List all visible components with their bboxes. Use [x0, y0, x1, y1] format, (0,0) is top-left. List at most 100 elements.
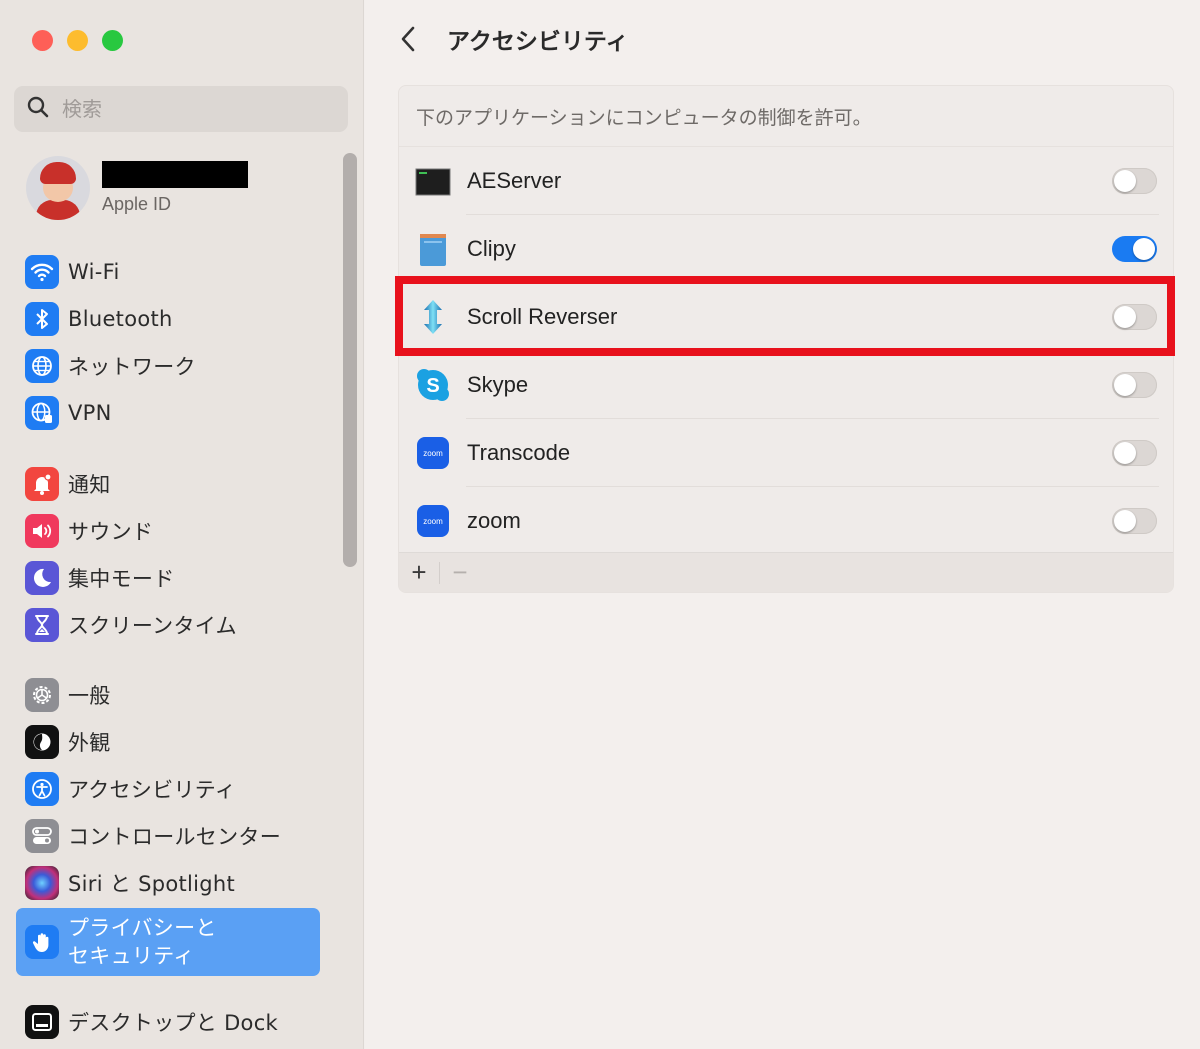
- app-row-scroll-reverser: Scroll Reverser: [399, 283, 1173, 351]
- sidebar-group-network: Wi-Fi Bluetooth ネットワーク VPN: [16, 248, 320, 436]
- account-name-redacted: [102, 161, 248, 188]
- sidebar-item-label: スクリーンタイム: [68, 613, 237, 638]
- search-icon: [26, 95, 50, 124]
- app-row-transcode: zoom Transcode: [399, 419, 1173, 487]
- app-row-zoom: zoom zoom: [399, 487, 1173, 555]
- siri-icon: [25, 865, 59, 900]
- sidebar-item-focus[interactable]: 集中モード: [16, 554, 320, 601]
- appearance-icon: [25, 724, 59, 759]
- permission-toggle[interactable]: [1112, 440, 1157, 466]
- sidebar-item-label: 通知: [68, 472, 111, 497]
- sidebar-item-vpn[interactable]: VPN: [16, 389, 320, 436]
- permission-toggle[interactable]: [1112, 372, 1157, 398]
- app-name: AEServer: [467, 168, 562, 193]
- sidebar-item-label: Bluetooth: [68, 306, 173, 331]
- sidebar-item-network[interactable]: ネットワーク: [16, 342, 320, 389]
- sidebar-item-siri-spotlight[interactable]: Siri と Spotlight: [16, 859, 320, 906]
- main-content: アクセシビリティ 下のアプリケーションにコンピュータの制御を許可。 AEServ…: [365, 0, 1200, 1049]
- dock-icon: [25, 1004, 59, 1039]
- sidebar-item-label: サウンド: [68, 519, 154, 544]
- app-name: Skype: [467, 372, 529, 397]
- svg-text:zoom: zoom: [423, 449, 443, 458]
- sidebar: Apple ID Wi-Fi Bluetooth ネットワーク VP: [0, 0, 364, 1049]
- svg-text:zoom: zoom: [423, 517, 443, 526]
- sidebar-item-label: コントロールセンター: [68, 824, 281, 849]
- sidebar-item-label: Siri と Spotlight: [68, 871, 236, 896]
- apple-id-label: Apple ID: [102, 194, 172, 214]
- app-permissions-panel: 下のアプリケーションにコンピュータの制御を許可。 AEServer Clipy …: [398, 85, 1174, 593]
- app-row-aeserver: AEServer: [399, 147, 1173, 215]
- sidebar-group-desktop: デスクトップと Dock: [16, 998, 320, 1045]
- sidebar-item-general[interactable]: 一般: [16, 671, 320, 718]
- sidebar-item-label: デスクトップと Dock: [68, 1010, 279, 1035]
- window-controls: [32, 30, 123, 51]
- sidebar-group-general: 一般 外観 アクセシビリティ コントロールセンター Siri と Spotlig…: [16, 671, 320, 906]
- sidebar-item-label: 集中モード: [68, 566, 175, 591]
- avatar: [26, 156, 90, 220]
- accessibility-icon: [25, 771, 59, 806]
- sidebar-item-sound[interactable]: サウンド: [16, 507, 320, 554]
- sidebar-item-wifi[interactable]: Wi-Fi: [16, 248, 320, 295]
- permission-toggle[interactable]: [1112, 168, 1157, 194]
- sidebar-item-label: 外観: [68, 730, 111, 755]
- zoom-app-icon: zoom: [415, 503, 451, 539]
- add-app-button[interactable]: +: [399, 553, 439, 593]
- hand-icon: [25, 925, 59, 959]
- sidebar-group-privacy: プライバシーと セキュリティ: [16, 908, 320, 976]
- sidebar-item-privacy-security[interactable]: プライバシーと セキュリティ: [16, 908, 320, 976]
- sidebar-item-appearance[interactable]: 外観: [16, 718, 320, 765]
- remove-app-button[interactable]: −: [440, 553, 480, 593]
- app-name: Clipy: [467, 236, 516, 261]
- permission-toggle[interactable]: [1112, 236, 1157, 262]
- sidebar-item-label: Wi-Fi: [68, 259, 120, 284]
- control-center-icon: [25, 818, 59, 853]
- sidebar-item-notifications[interactable]: 通知: [16, 460, 320, 507]
- speaker-icon: [25, 513, 59, 548]
- sidebar-item-screen-time[interactable]: スクリーンタイム: [16, 601, 320, 648]
- zoom-app-icon: zoom: [415, 435, 451, 471]
- search-field[interactable]: [14, 86, 348, 132]
- terminal-icon: [415, 163, 451, 199]
- permission-toggle[interactable]: [1112, 304, 1157, 330]
- minimize-window-button[interactable]: [67, 30, 88, 51]
- panel-footer: + −: [399, 552, 1173, 592]
- zoom-window-button[interactable]: [102, 30, 123, 51]
- sidebar-item-label: アクセシビリティ: [68, 777, 237, 802]
- app-row-skype: S Skype: [399, 351, 1173, 419]
- sidebar-item-control-center[interactable]: コントロールセンター: [16, 812, 320, 859]
- sidebar-item-bluetooth[interactable]: Bluetooth: [16, 295, 320, 342]
- search-input[interactable]: [62, 97, 322, 121]
- scroll-arrows-icon: [415, 299, 451, 335]
- back-button[interactable]: [395, 22, 421, 56]
- apple-id-account[interactable]: Apple ID: [26, 156, 248, 220]
- vpn-globe-icon: [25, 395, 59, 430]
- sidebar-item-desktop-dock[interactable]: デスクトップと Dock: [16, 998, 320, 1045]
- clipy-icon: [415, 231, 451, 267]
- moon-icon: [25, 560, 59, 595]
- sidebar-scrollbar[interactable]: [343, 153, 357, 567]
- app-name: Scroll Reverser: [467, 304, 618, 329]
- sidebar-item-accessibility[interactable]: アクセシビリティ: [16, 765, 320, 812]
- panel-description: 下のアプリケーションにコンピュータの制御を許可。: [399, 86, 1173, 147]
- wifi-icon: [25, 254, 59, 289]
- app-name: Transcode: [467, 440, 571, 465]
- page-title: アクセシビリティ: [447, 29, 629, 55]
- close-window-button[interactable]: [32, 30, 53, 51]
- sidebar-item-label: VPN: [68, 400, 112, 425]
- gear-icon: [25, 677, 59, 712]
- hourglass-icon: [25, 607, 59, 642]
- permission-toggle[interactable]: [1112, 508, 1157, 534]
- app-name: zoom: [467, 508, 521, 533]
- chevron-left-icon: [401, 26, 415, 52]
- sidebar-item-label: プライバシーと セキュリティ: [68, 916, 217, 968]
- svg-text:S: S: [426, 375, 439, 397]
- header: アクセシビリティ: [395, 22, 628, 56]
- app-row-clipy: Clipy: [399, 215, 1173, 283]
- sidebar-group-notifications: 通知 サウンド 集中モード スクリーンタイム: [16, 460, 320, 648]
- bluetooth-icon: [25, 301, 59, 336]
- bell-icon: [25, 466, 59, 501]
- sidebar-item-label: 一般: [68, 683, 111, 708]
- skype-icon: S: [415, 367, 451, 403]
- sidebar-item-label: ネットワーク: [68, 354, 196, 379]
- globe-icon: [25, 348, 59, 383]
